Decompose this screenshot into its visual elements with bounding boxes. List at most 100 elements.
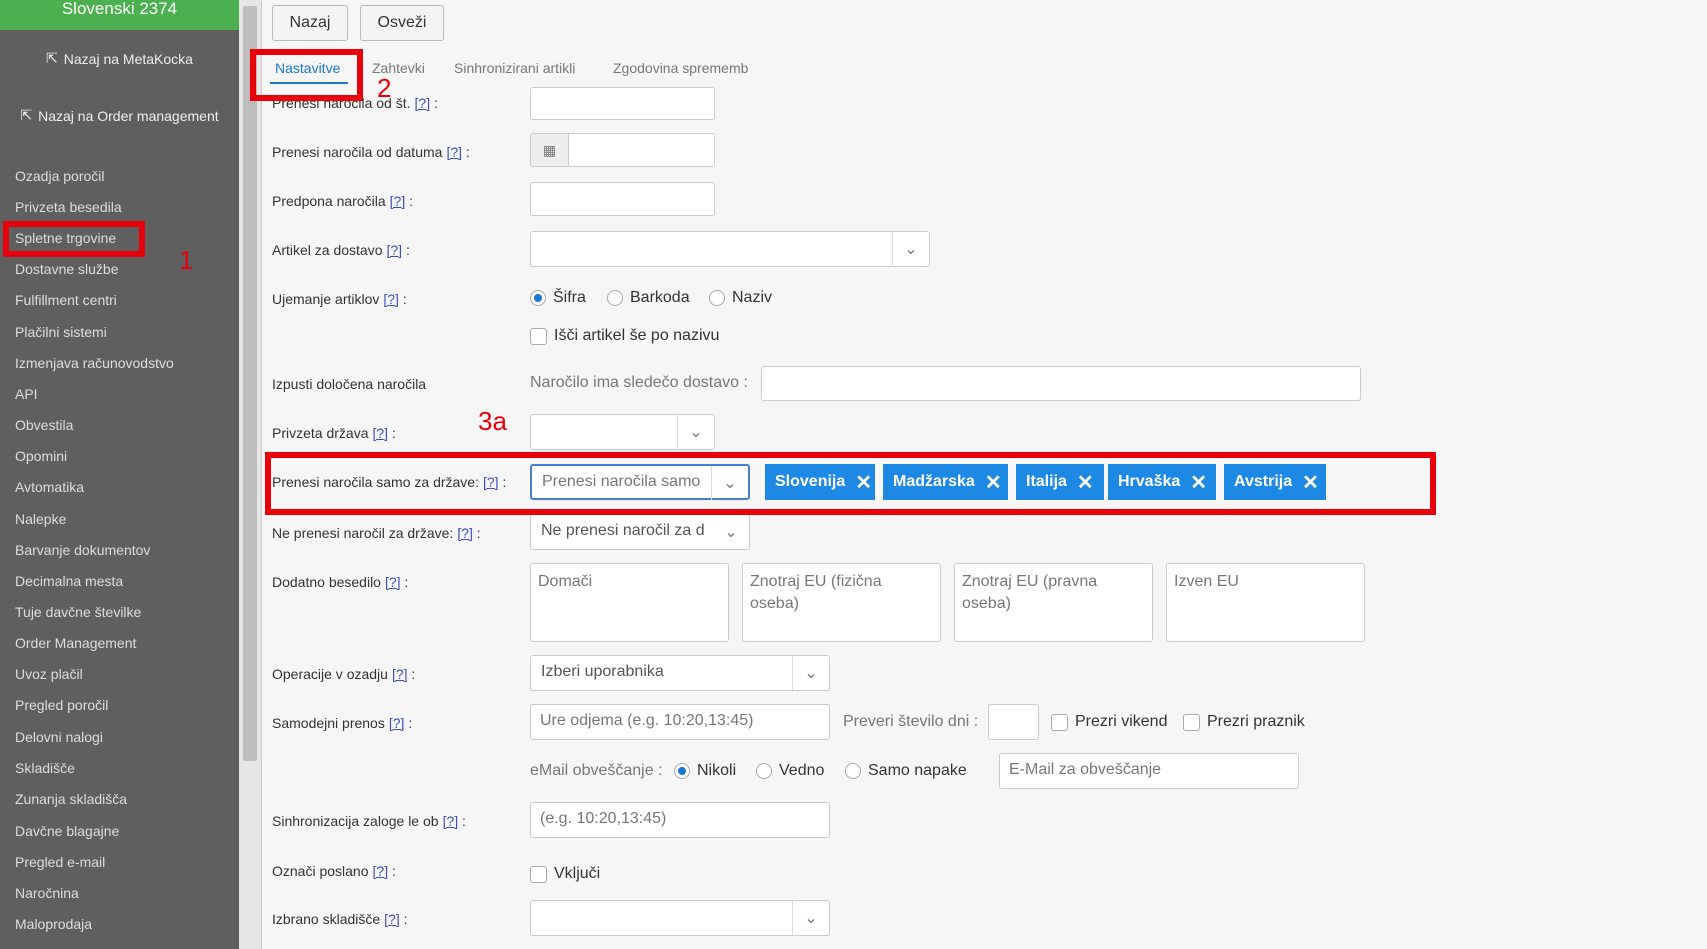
- ure-odjema-input[interactable]: Ure odjema (e.g. 10:20,13:45): [530, 704, 830, 740]
- radio-naziv[interactable]: Naziv: [709, 289, 772, 307]
- back-to-metakocka-link[interactable]: ⇱ Nazaj na MetaKocka: [0, 50, 239, 67]
- radio-naziv-label: Naziv: [732, 289, 773, 306]
- help-link[interactable]: [?]: [372, 425, 388, 441]
- vkljuci-checkbox[interactable]: Vključi: [530, 865, 600, 883]
- help-link[interactable]: [?]: [446, 144, 462, 160]
- tab-sinhronizirani-artikli[interactable]: Sinhronizirani artikli: [454, 60, 575, 76]
- label-artikel-za-dostavo: Artikel za dostavo [?] :: [272, 242, 410, 258]
- annotation-box-3a: [265, 452, 1436, 515]
- isci-po-nazivu-checkbox[interactable]: Išči artikel še po nazivu: [530, 327, 719, 345]
- annotation-box-1: [3, 221, 145, 257]
- radio-icon: [607, 290, 623, 306]
- label-prenesi-od-datuma: Prenesi naročila od datuma [?] :: [272, 144, 470, 160]
- sidebar-item[interactable]: Fulfillment centri: [15, 292, 117, 308]
- sidebar-item[interactable]: Barvanje dokumentov: [15, 542, 150, 558]
- sidebar-item[interactable]: Skladišče: [15, 760, 75, 776]
- help-link[interactable]: [?]: [390, 193, 406, 209]
- radio-sifra[interactable]: Šifra: [530, 289, 586, 307]
- back-button[interactable]: Nazaj: [272, 5, 348, 41]
- sidebar-item[interactable]: Pregled poročil: [15, 697, 108, 713]
- dodatno-eu-fizicna-textarea[interactable]: Znotraj EU (fizična oseba): [742, 563, 941, 642]
- radio-nikoli-label: Nikoli: [697, 762, 737, 779]
- sidebar-item[interactable]: Zunanja skladišča: [15, 791, 127, 807]
- help-link[interactable]: [?]: [415, 95, 431, 111]
- chevron-down-icon[interactable]: ⌄: [792, 656, 829, 690]
- chevron-down-icon[interactable]: ⌄: [677, 415, 714, 449]
- preveri-dni-label: Preveri število dni :: [843, 713, 979, 730]
- email-obvescanje-input[interactable]: E-Mail za obveščanje: [999, 753, 1299, 789]
- sidebar-item[interactable]: Davčne blagajne: [15, 823, 119, 839]
- help-link[interactable]: [?]: [389, 715, 405, 731]
- isci-po-nazivu-label: Išči artikel še po nazivu: [554, 327, 720, 344]
- operacije-select[interactable]: Izberi uporabnika ⌄: [530, 655, 830, 691]
- sidebar-item[interactable]: Plačilni sistemi: [15, 324, 107, 340]
- help-link[interactable]: [?]: [373, 863, 389, 879]
- back-to-order-management-link[interactable]: ⇱ Nazaj na Order management: [0, 107, 239, 124]
- ne-prenesi-placeholder: Ne prenesi naročil za d: [541, 522, 705, 539]
- help-link[interactable]: [?]: [392, 666, 408, 682]
- sidebar-item[interactable]: Nalepke: [15, 511, 66, 527]
- preveri-dni-input[interactable]: [988, 704, 1039, 740]
- sidebar-item[interactable]: Delovni nalogi: [15, 729, 103, 745]
- sinhronizacija-input[interactable]: (e.g. 10:20,13:45): [530, 802, 830, 838]
- sidebar-item[interactable]: Izmenjava računovodstvo: [15, 355, 174, 371]
- radio-icon: [756, 763, 772, 779]
- checkbox-icon: [530, 327, 547, 345]
- sidebar-item[interactable]: Uvoz plačil: [15, 666, 83, 682]
- help-link[interactable]: [?]: [383, 291, 399, 307]
- dodatno-izven-eu-textarea[interactable]: Izven EU: [1166, 563, 1365, 642]
- sidebar-item[interactable]: Privzeta besedila: [15, 199, 122, 215]
- sidebar-item[interactable]: Opomini: [15, 448, 67, 464]
- artikel-za-dostavo-select[interactable]: ⌄: [530, 231, 930, 267]
- radio-nikoli[interactable]: Nikoli: [674, 762, 736, 780]
- sidebar-item[interactable]: Pregled e-mail: [15, 854, 105, 870]
- help-link[interactable]: [?]: [384, 911, 400, 927]
- sidebar-item[interactable]: Tuje davčne številke: [15, 604, 141, 620]
- scrollbar[interactable]: [239, 0, 262, 949]
- radio-vedno[interactable]: Vedno: [756, 762, 824, 780]
- sidebar-item[interactable]: Avtomatika: [15, 479, 84, 495]
- izpusti-dostava-input[interactable]: [761, 366, 1361, 401]
- sidebar-item[interactable]: Ozadja poročil: [15, 168, 105, 184]
- prenesi-od-datuma-input[interactable]: ▦: [530, 133, 715, 167]
- chevron-down-icon[interactable]: ⌄: [792, 901, 829, 935]
- tab-zgodovina-sprememb[interactable]: Zgodovina sprememb: [613, 60, 748, 76]
- radio-sifra-label: Šifra: [553, 289, 586, 306]
- predpona-input[interactable]: [530, 182, 715, 216]
- sidebar-item[interactable]: Naročnina: [15, 885, 79, 901]
- dodatno-eu-pravna-textarea[interactable]: Znotraj EU (pravna oseba): [954, 563, 1153, 642]
- radio-barkoda[interactable]: Barkoda: [607, 289, 690, 307]
- label-dodatno-besedilo: Dodatno besedilo [?] :: [272, 574, 409, 590]
- izbrano-skladisce-select[interactable]: ⌄: [530, 900, 830, 936]
- calendar-icon[interactable]: ▦: [531, 134, 569, 166]
- chevron-down-icon[interactable]: ⌄: [713, 515, 749, 549]
- sidebar-item[interactable]: API: [15, 386, 38, 402]
- annotation-number-3a: 3a: [478, 406, 507, 436]
- prenesi-od-st-input[interactable]: [530, 87, 715, 120]
- sidebar-item[interactable]: Maloprodaja: [15, 916, 92, 932]
- sidebar-item[interactable]: Obvestila: [15, 417, 73, 433]
- label-sinhronizacija: Sinhronizacija zaloge le ob [?] :: [272, 813, 466, 829]
- label-operacije-v-ozadju: Operacije v ozadju [?] :: [272, 666, 416, 682]
- brand-title: Slovenski 2374: [0, 0, 239, 30]
- chevron-down-icon[interactable]: ⌄: [892, 232, 929, 266]
- radio-samo-napake-label: Samo napake: [868, 762, 967, 779]
- prezri-praznik-checkbox[interactable]: Prezri praznik: [1183, 713, 1305, 731]
- scrollbar-thumb[interactable]: [243, 6, 257, 761]
- ne-prenesi-select[interactable]: Ne prenesi naročil za d ⌄: [530, 514, 750, 550]
- radio-samo-napake[interactable]: Samo napake: [845, 762, 967, 780]
- help-link[interactable]: [?]: [387, 242, 403, 258]
- refresh-button[interactable]: Osveži: [360, 5, 444, 41]
- sidebar-item[interactable]: Decimalna mesta: [15, 573, 123, 589]
- sidebar-item[interactable]: Order Management: [15, 635, 136, 651]
- help-link[interactable]: [?]: [385, 574, 401, 590]
- dodatno-domaci-textarea[interactable]: Domači: [530, 563, 729, 642]
- logout-icon: ⇱: [20, 107, 33, 123]
- help-link[interactable]: [?]: [443, 813, 459, 829]
- help-link[interactable]: [?]: [457, 525, 473, 541]
- sidebar-item[interactable]: Dostavne službe: [15, 261, 119, 277]
- prezri-vikend-checkbox[interactable]: Prezri vikend: [1051, 713, 1167, 731]
- privzeta-drzava-select[interactable]: ⌄: [530, 414, 715, 450]
- checkbox-icon: [1183, 713, 1200, 731]
- sidebar: Slovenski 2374 ⇱ Nazaj na MetaKocka ⇱ Na…: [0, 0, 239, 949]
